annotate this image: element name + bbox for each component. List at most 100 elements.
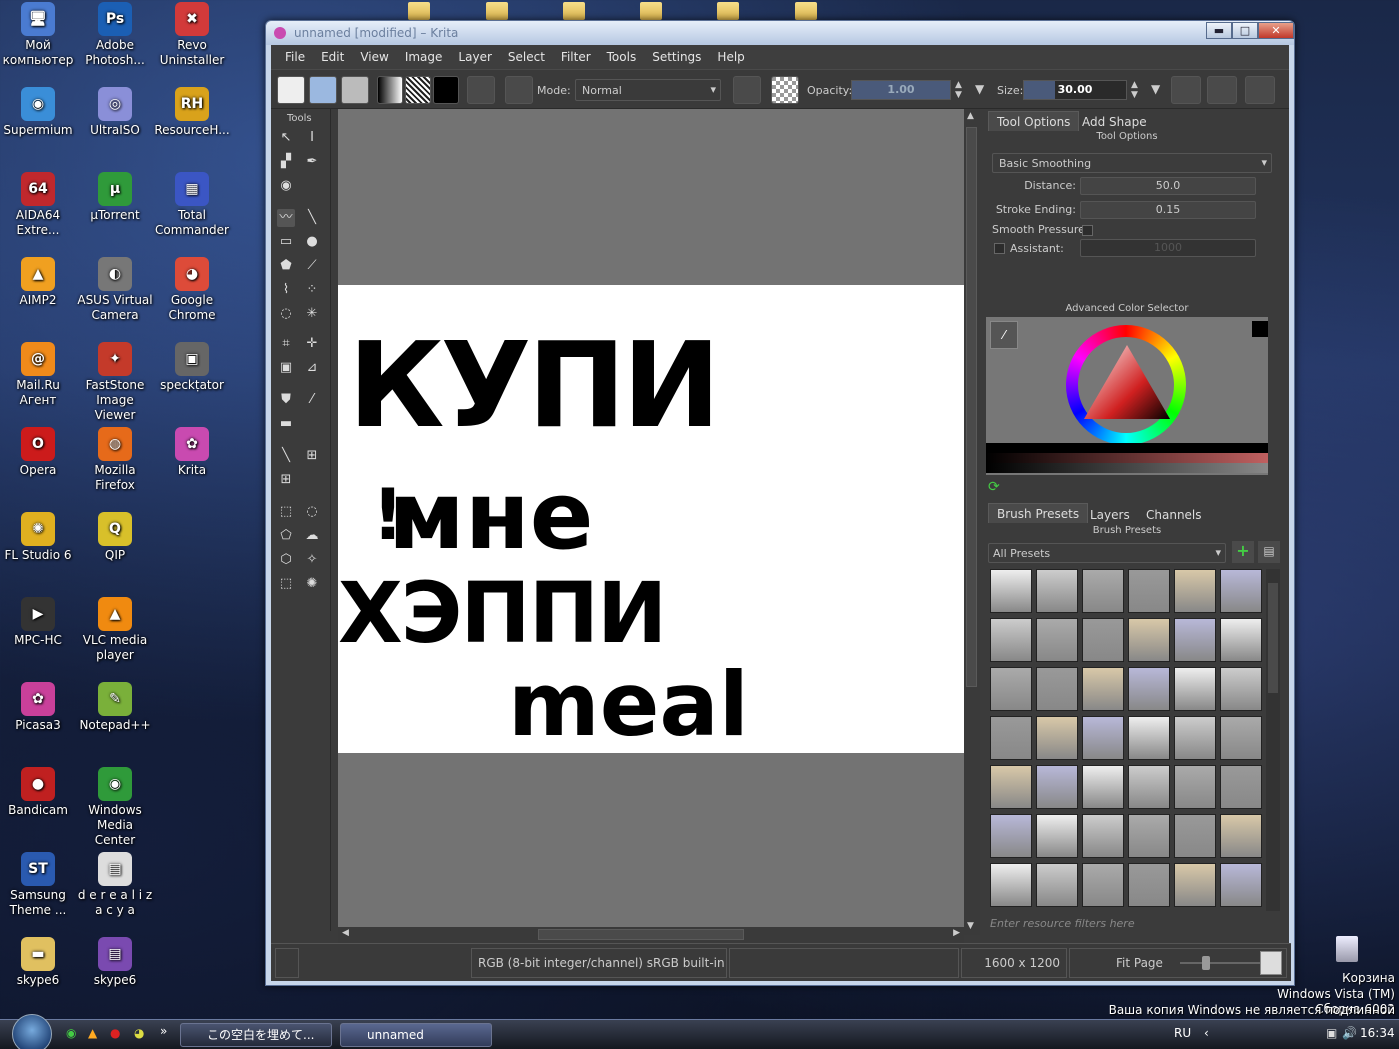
desktop-icon[interactable]: ▤ skype6: [75, 937, 155, 988]
brush-preset-thumbnail[interactable]: [1220, 814, 1262, 858]
desktop-icon[interactable]: ✿ Krita: [152, 427, 232, 478]
workspace-icon[interactable]: [1245, 76, 1275, 104]
brush-preset-thumbnail[interactable]: [1220, 618, 1262, 662]
brush-preset-thumbnail[interactable]: [1174, 814, 1216, 858]
vertical-scrollbar[interactable]: ▲ ▼: [964, 109, 980, 935]
path-tool-icon[interactable]: ⁘: [303, 281, 321, 299]
close-button[interactable]: ✕: [1258, 22, 1294, 39]
bandicam-tray-icon[interactable]: ●: [110, 1026, 120, 1040]
menu-edit[interactable]: Edit: [313, 50, 352, 64]
grid-tool-icon[interactable]: ⊞: [303, 447, 321, 465]
zoom-control[interactable]: Fit Page: [1069, 948, 1287, 978]
desktop-icon[interactable]: RH ResourceH...: [152, 87, 232, 138]
scroll-right-icon[interactable]: ▶: [953, 928, 960, 938]
chevron-down-icon[interactable]: ▼: [1151, 82, 1160, 96]
scroll-thumb[interactable]: [538, 929, 744, 940]
color-swatch-icon[interactable]: [433, 76, 459, 104]
assistant-slider[interactable]: 1000: [1080, 239, 1256, 257]
brush-preset-thumbnail[interactable]: [1036, 667, 1078, 711]
brush-preset-thumbnail[interactable]: [1082, 863, 1124, 907]
polyline-tool-icon[interactable]: ⟋: [303, 257, 321, 275]
desktop-icon[interactable]: O Opera: [0, 427, 78, 478]
utorrent-tray-icon[interactable]: ◉: [66, 1026, 76, 1040]
desktop-icon[interactable]: ◐ ASUS Virtual Camera: [75, 257, 155, 323]
desktop-icon[interactable]: ◍ Mozilla Firefox: [75, 427, 155, 493]
color-history-bar[interactable]: [986, 443, 1268, 453]
save-icon[interactable]: [341, 76, 369, 104]
brush-preset-thumbnail[interactable]: [990, 814, 1032, 858]
brush-preset-thumbnail[interactable]: [1174, 667, 1216, 711]
folder-icon[interactable]: [486, 2, 508, 20]
preset-view-icon[interactable]: ▤: [1258, 541, 1280, 563]
add-preset-icon[interactable]: +: [1232, 541, 1254, 563]
calligraphy-icon[interactable]: ✒: [303, 153, 321, 171]
desktop-icon[interactable]: ▶ MPC-HC: [0, 597, 78, 648]
brush-preset-thumbnail[interactable]: [990, 569, 1032, 613]
desktop-icon[interactable]: ✿ Picasa3: [0, 682, 78, 733]
more-icon[interactable]: »: [160, 1024, 167, 1038]
brush-preset-thumbnail[interactable]: [1174, 863, 1216, 907]
desktop-icon[interactable]: ST Samsung Theme ...: [0, 852, 78, 918]
language-indicator[interactable]: RU: [1174, 1026, 1191, 1040]
color-selector-panel[interactable]: ⁄: [986, 317, 1268, 475]
window-titlebar[interactable]: unnamed [modified] – Krita: [266, 21, 1294, 45]
brush-preset-thumbnail[interactable]: [1128, 667, 1170, 711]
desktop-icon[interactable]: ◕ Google Chrome: [152, 257, 232, 323]
polygon-select-icon[interactable]: ⬠: [277, 527, 295, 545]
smooth-pressure-checkbox[interactable]: [1082, 225, 1093, 236]
refresh-icon[interactable]: ⟳: [988, 479, 1000, 495]
move-tool-icon[interactable]: ✛: [303, 335, 321, 353]
resource-filter-input[interactable]: Enter resource filters here: [986, 915, 1278, 933]
menu-layer[interactable]: Layer: [450, 50, 499, 64]
assistant-checkbox[interactable]: [994, 243, 1005, 254]
brush-preset-thumbnail[interactable]: [990, 716, 1032, 760]
chrome-tray-icon[interactable]: ◕: [134, 1026, 144, 1040]
brush-preset-thumbnail[interactable]: [1082, 814, 1124, 858]
desktop-icon[interactable]: ✦ FastStone Image Viewer: [75, 342, 155, 423]
brush-preset-thumbnail[interactable]: [990, 667, 1032, 711]
desktop-icon[interactable]: ◉ Supermium: [0, 87, 78, 138]
layer-thumbnail-icon[interactable]: [275, 948, 299, 978]
brush-preset-thumbnail[interactable]: [1220, 667, 1262, 711]
folder-icon[interactable]: [563, 2, 585, 20]
desktop-icon[interactable]: ▤ d e r e a l i z a c y a: [75, 852, 155, 918]
polygon-tool-icon[interactable]: ⬟: [277, 257, 295, 275]
menu-tools[interactable]: Tools: [599, 50, 645, 64]
tab-layers[interactable]: Layers: [1082, 505, 1138, 525]
menu-file[interactable]: File: [277, 50, 313, 64]
brush-preset-thumbnail[interactable]: [1128, 569, 1170, 613]
volume-tray-icon[interactable]: 🔊: [1342, 1026, 1357, 1040]
brush-preset-thumbnail[interactable]: [1220, 569, 1262, 613]
gradient-tool-icon[interactable]: ▬: [277, 415, 295, 433]
tab-tool-options[interactable]: Tool Options: [988, 111, 1080, 131]
brush-presets-icon[interactable]: [505, 76, 533, 104]
maximize-button[interactable]: □: [1232, 22, 1258, 39]
brush-preset-thumbnail[interactable]: [1128, 814, 1170, 858]
preserve-alpha-icon[interactable]: [771, 76, 799, 104]
brush-preset-thumbnail[interactable]: [990, 618, 1032, 662]
menu-view[interactable]: View: [352, 50, 396, 64]
canvas-document[interactable]: КУПИ ! мне ХЭППИ meal: [338, 285, 964, 755]
open-document-icon[interactable]: [309, 76, 337, 104]
contiguous-select-icon[interactable]: ⬡: [277, 551, 295, 569]
desktop-icon[interactable]: 64 AIDA64 Extre...: [0, 172, 78, 238]
menu-help[interactable]: Help: [709, 50, 752, 64]
size-spin-icon[interactable]: ▲ ▼: [1131, 80, 1138, 100]
brush-preset-thumbnail[interactable]: [1220, 765, 1262, 809]
brush-preset-thumbnail[interactable]: [1174, 716, 1216, 760]
scroll-thumb[interactable]: [1268, 583, 1278, 693]
brush-preset-thumbnail[interactable]: [1082, 569, 1124, 613]
magnetic-select-icon[interactable]: ✺: [303, 575, 321, 593]
zoom-slider[interactable]: [1180, 962, 1260, 964]
eraser-mode-icon[interactable]: [733, 76, 761, 104]
mirror-horizontal-icon[interactable]: [1171, 76, 1201, 104]
desktop-icon[interactable]: ▣ speckṭator: [152, 342, 232, 393]
multibrush-icon[interactable]: ✳: [303, 305, 321, 323]
tab-add-shape[interactable]: Add Shape: [1074, 112, 1155, 132]
rect-select-icon[interactable]: ⬚: [277, 503, 295, 521]
desktop-icon[interactable]: ◉ Windows Media Center: [75, 767, 155, 848]
transform-icon[interactable]: ▞: [277, 153, 295, 171]
scroll-left-icon[interactable]: ◀: [342, 928, 349, 938]
outline-select-icon[interactable]: ☁: [303, 527, 321, 545]
new-document-icon[interactable]: [277, 76, 305, 104]
